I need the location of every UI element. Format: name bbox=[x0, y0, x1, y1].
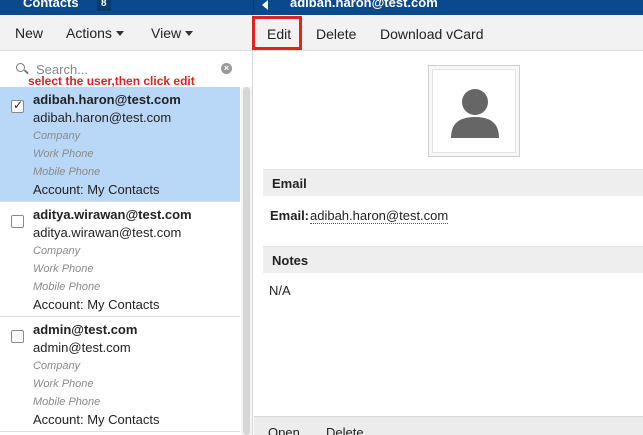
delete-button[interactable]: Delete bbox=[316, 26, 356, 42]
contact-email: aditya.wirawan@test.com bbox=[33, 225, 182, 240]
contact-detail-pane: Edit Delete Download vCard Email Email: … bbox=[252, 15, 643, 435]
contact-account: Account: My Contacts bbox=[33, 182, 160, 197]
contacts-header: Contacts 8 bbox=[0, 0, 253, 15]
actions-menu-label: Actions bbox=[66, 25, 112, 41]
bottom-delete-button[interactable]: Delete bbox=[326, 425, 364, 435]
contact-company: Company bbox=[33, 245, 81, 257]
detail-header-title: adibah.haron@test.com bbox=[290, 0, 438, 10]
open-button[interactable]: Open bbox=[268, 425, 300, 435]
list-scrollbar[interactable] bbox=[241, 87, 252, 435]
avatar-frame bbox=[432, 69, 516, 153]
contacts-title: Contacts bbox=[23, 0, 79, 10]
contact-company: Company bbox=[33, 360, 81, 372]
contact-email: admin@test.com bbox=[33, 340, 131, 355]
download-vcard-button[interactable]: Download vCard bbox=[380, 26, 484, 42]
contact-mobile-phone: Mobile Phone bbox=[33, 281, 101, 293]
notes-section-header: Notes bbox=[263, 246, 643, 273]
clear-search-icon[interactable]: × bbox=[221, 63, 232, 74]
search-icon bbox=[16, 63, 25, 72]
detail-header: adibah.haron@test.com bbox=[253, 0, 643, 15]
contact-work-phone: Work Phone bbox=[33, 378, 94, 390]
contact-list: adibah.haron@test.com adibah.haron@test.… bbox=[0, 87, 240, 435]
person-silhouette-icon bbox=[451, 89, 499, 138]
contact-account: Account: My Contacts bbox=[33, 297, 160, 312]
row-checkbox[interactable] bbox=[11, 98, 24, 113]
contact-account: Account: My Contacts bbox=[33, 412, 160, 427]
contacts-count-badge: 8 bbox=[97, 0, 111, 11]
list-toolbar: New Actions View bbox=[0, 15, 252, 51]
notes-value: N/A bbox=[269, 283, 291, 298]
annotation-hint: select the user,then click edit bbox=[28, 74, 195, 88]
detail-toolbar: Edit Delete Download vCard bbox=[252, 15, 643, 51]
contact-row-admin[interactable]: admin@test.com admin@test.com Company Wo… bbox=[0, 317, 240, 432]
contact-email: adibah.haron@test.com bbox=[33, 110, 172, 125]
contact-company: Company bbox=[33, 130, 81, 142]
contact-mobile-phone: Mobile Phone bbox=[33, 396, 101, 408]
email-label: Email: bbox=[270, 208, 310, 223]
back-arrow-icon[interactable] bbox=[262, 0, 268, 10]
top-bar: Contacts 8 adibah.haron@test.com bbox=[0, 0, 643, 15]
contact-work-phone: Work Phone bbox=[33, 263, 94, 275]
contact-name: aditya.wirawan@test.com bbox=[33, 207, 192, 222]
scrollbar-thumb[interactable] bbox=[243, 87, 250, 435]
actions-menu-button[interactable]: Actions bbox=[66, 25, 124, 41]
contact-name: admin@test.com bbox=[33, 322, 138, 337]
edit-button[interactable]: Edit bbox=[267, 26, 291, 42]
caret-down-icon bbox=[115, 31, 124, 36]
contact-mobile-phone: Mobile Phone bbox=[33, 166, 101, 178]
contact-work-phone: Work Phone bbox=[33, 148, 94, 160]
email-value-link[interactable]: adibah.haron@test.com bbox=[310, 208, 449, 224]
caret-down-icon bbox=[185, 31, 194, 36]
contact-name: adibah.haron@test.com bbox=[33, 92, 181, 107]
email-section-header: Email bbox=[263, 169, 643, 196]
bottom-toolbar: Open Delete bbox=[254, 416, 643, 435]
row-checkbox[interactable] bbox=[11, 215, 24, 228]
view-menu-button[interactable]: View bbox=[151, 25, 194, 41]
contact-list-pane: New Actions View × select the user,then … bbox=[0, 15, 253, 435]
new-button[interactable]: New bbox=[15, 25, 43, 41]
avatar bbox=[428, 65, 520, 157]
view-menu-label: View bbox=[151, 25, 182, 41]
contact-row-adibah[interactable]: adibah.haron@test.com adibah.haron@test.… bbox=[0, 87, 240, 202]
contact-row-aditya[interactable]: aditya.wirawan@test.com aditya.wirawan@t… bbox=[0, 202, 240, 317]
row-checkbox[interactable] bbox=[11, 330, 24, 343]
